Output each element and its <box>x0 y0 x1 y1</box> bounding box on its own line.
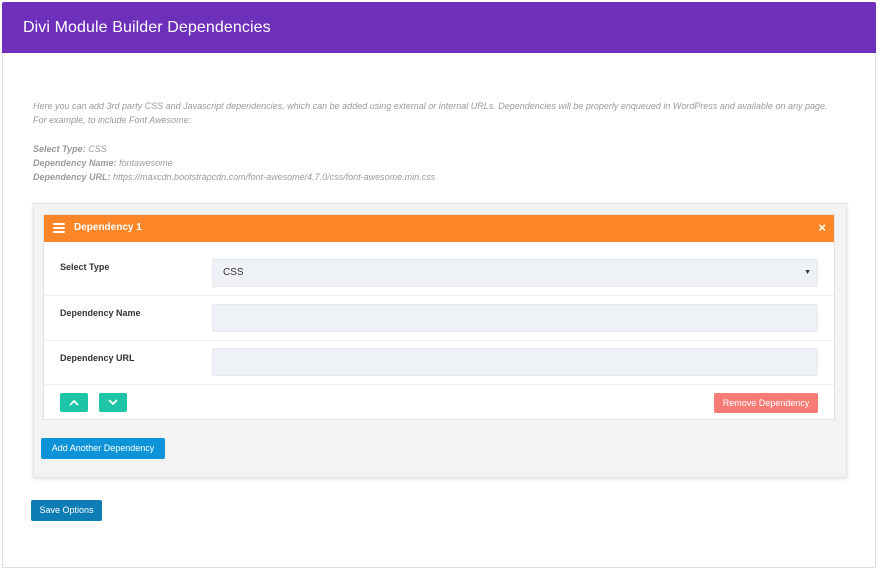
select-type-dropdown[interactable]: CSS ▼ <box>212 259 818 287</box>
move-up-button[interactable] <box>60 393 88 412</box>
page-title: Divi Module Builder Dependencies <box>23 19 271 36</box>
dependency-header[interactable]: Dependency 1 × <box>44 215 834 242</box>
intro-text: Here you can add 3rd party CSS and Javas… <box>33 99 843 127</box>
intro-line-1: Here you can add 3rd party CSS and Javas… <box>33 101 828 111</box>
add-dependency-button[interactable]: Add Another Dependency <box>41 438 165 459</box>
remove-dependency-button[interactable]: Remove Dependency <box>714 393 818 413</box>
dependency-name-row: Dependency Name <box>44 296 834 341</box>
move-down-button[interactable] <box>99 393 127 412</box>
dependency-url-input[interactable] <box>212 348 818 376</box>
dependency-title: Dependency 1 <box>74 222 142 233</box>
dependency-name-input[interactable] <box>212 304 818 332</box>
chevron-up-icon <box>69 399 79 406</box>
dependency-name-label: Dependency Name <box>60 308 141 318</box>
example-block: Select Type: CSS Dependency Name: fontaw… <box>33 142 435 184</box>
chevron-down-icon: ▼ <box>804 269 811 276</box>
hamburger-icon[interactable] <box>53 223 65 233</box>
select-type-label: Select Type <box>60 262 110 272</box>
save-options-button[interactable]: Save Options <box>31 500 102 521</box>
dependency-url-row: Dependency URL <box>44 341 834 385</box>
example-url: Dependency URL: https://maxcdn.bootstrap… <box>33 172 436 182</box>
chevron-down-icon <box>108 399 118 406</box>
intro-line-2: For example, to include Font Awesome: <box>33 115 192 125</box>
dependency-url-label: Dependency URL <box>60 353 135 363</box>
close-icon[interactable]: × <box>818 220 826 236</box>
example-type: Select Type: CSS <box>33 144 107 154</box>
page-header: Divi Module Builder Dependencies <box>2 2 876 53</box>
example-name: Dependency Name: fontawesome <box>33 158 173 168</box>
dependency-card: Dependency 1 × Select Type CSS ▼ Depende… <box>43 214 835 420</box>
select-type-row: Select Type CSS ▼ <box>44 242 834 296</box>
select-type-value: CSS <box>223 267 244 278</box>
